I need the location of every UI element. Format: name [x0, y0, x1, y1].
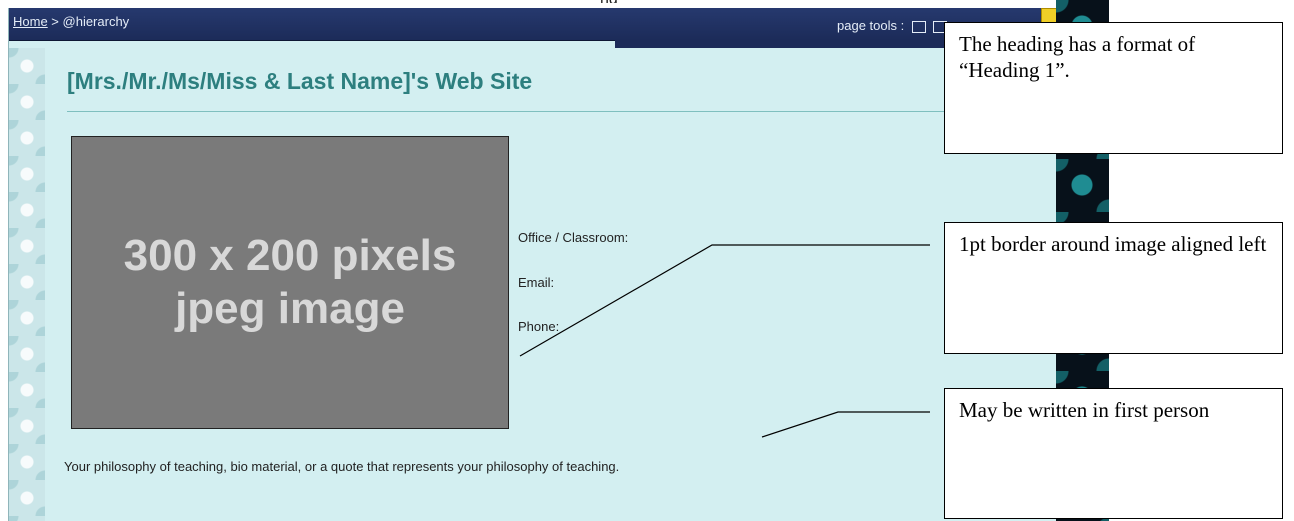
breadcrumb-separator: > [47, 14, 63, 29]
image-placeholder-line-1: 300 x 200 pixels [123, 230, 457, 280]
top-navigation-bar: Home > @hierarchy page tools : [9, 8, 1057, 41]
page-tools: page tools : [837, 18, 948, 33]
philosophy-text: Your philosophy of teaching, bio materia… [64, 459, 620, 474]
page-title: [Mrs./Mr./Ms/Miss & Last Name]'s Web Sit… [67, 68, 533, 94]
left-decorative-border [9, 48, 45, 521]
breadcrumb-home-link[interactable]: Home [13, 14, 48, 29]
cut-off-text: ng [600, 0, 618, 3]
web-page-preview: Home > @hierarchy page tools : [Mrs./Mr.… [8, 8, 1057, 521]
breadcrumb: Home > @hierarchy [13, 14, 129, 29]
page-tools-label: page tools : [837, 18, 905, 33]
title-divider [67, 111, 967, 112]
first-person-callout: May be written in first person [944, 388, 1283, 519]
image-placeholder-line-2: jpeg image [175, 283, 405, 333]
breadcrumb-current: @hierarchy [62, 14, 130, 29]
image-border-callout: 1pt border around image aligned left [944, 222, 1283, 354]
header-notch [615, 40, 945, 48]
heading-format-callout: The heading has a format of “Heading 1”. [944, 22, 1283, 154]
phone-label: Phone: [518, 319, 560, 334]
office-label: Office / Classroom: [518, 230, 629, 245]
email-label: Email: [518, 275, 555, 290]
email-icon[interactable] [911, 20, 926, 33]
image-placeholder: 300 x 200 pixels jpeg image [71, 136, 509, 429]
